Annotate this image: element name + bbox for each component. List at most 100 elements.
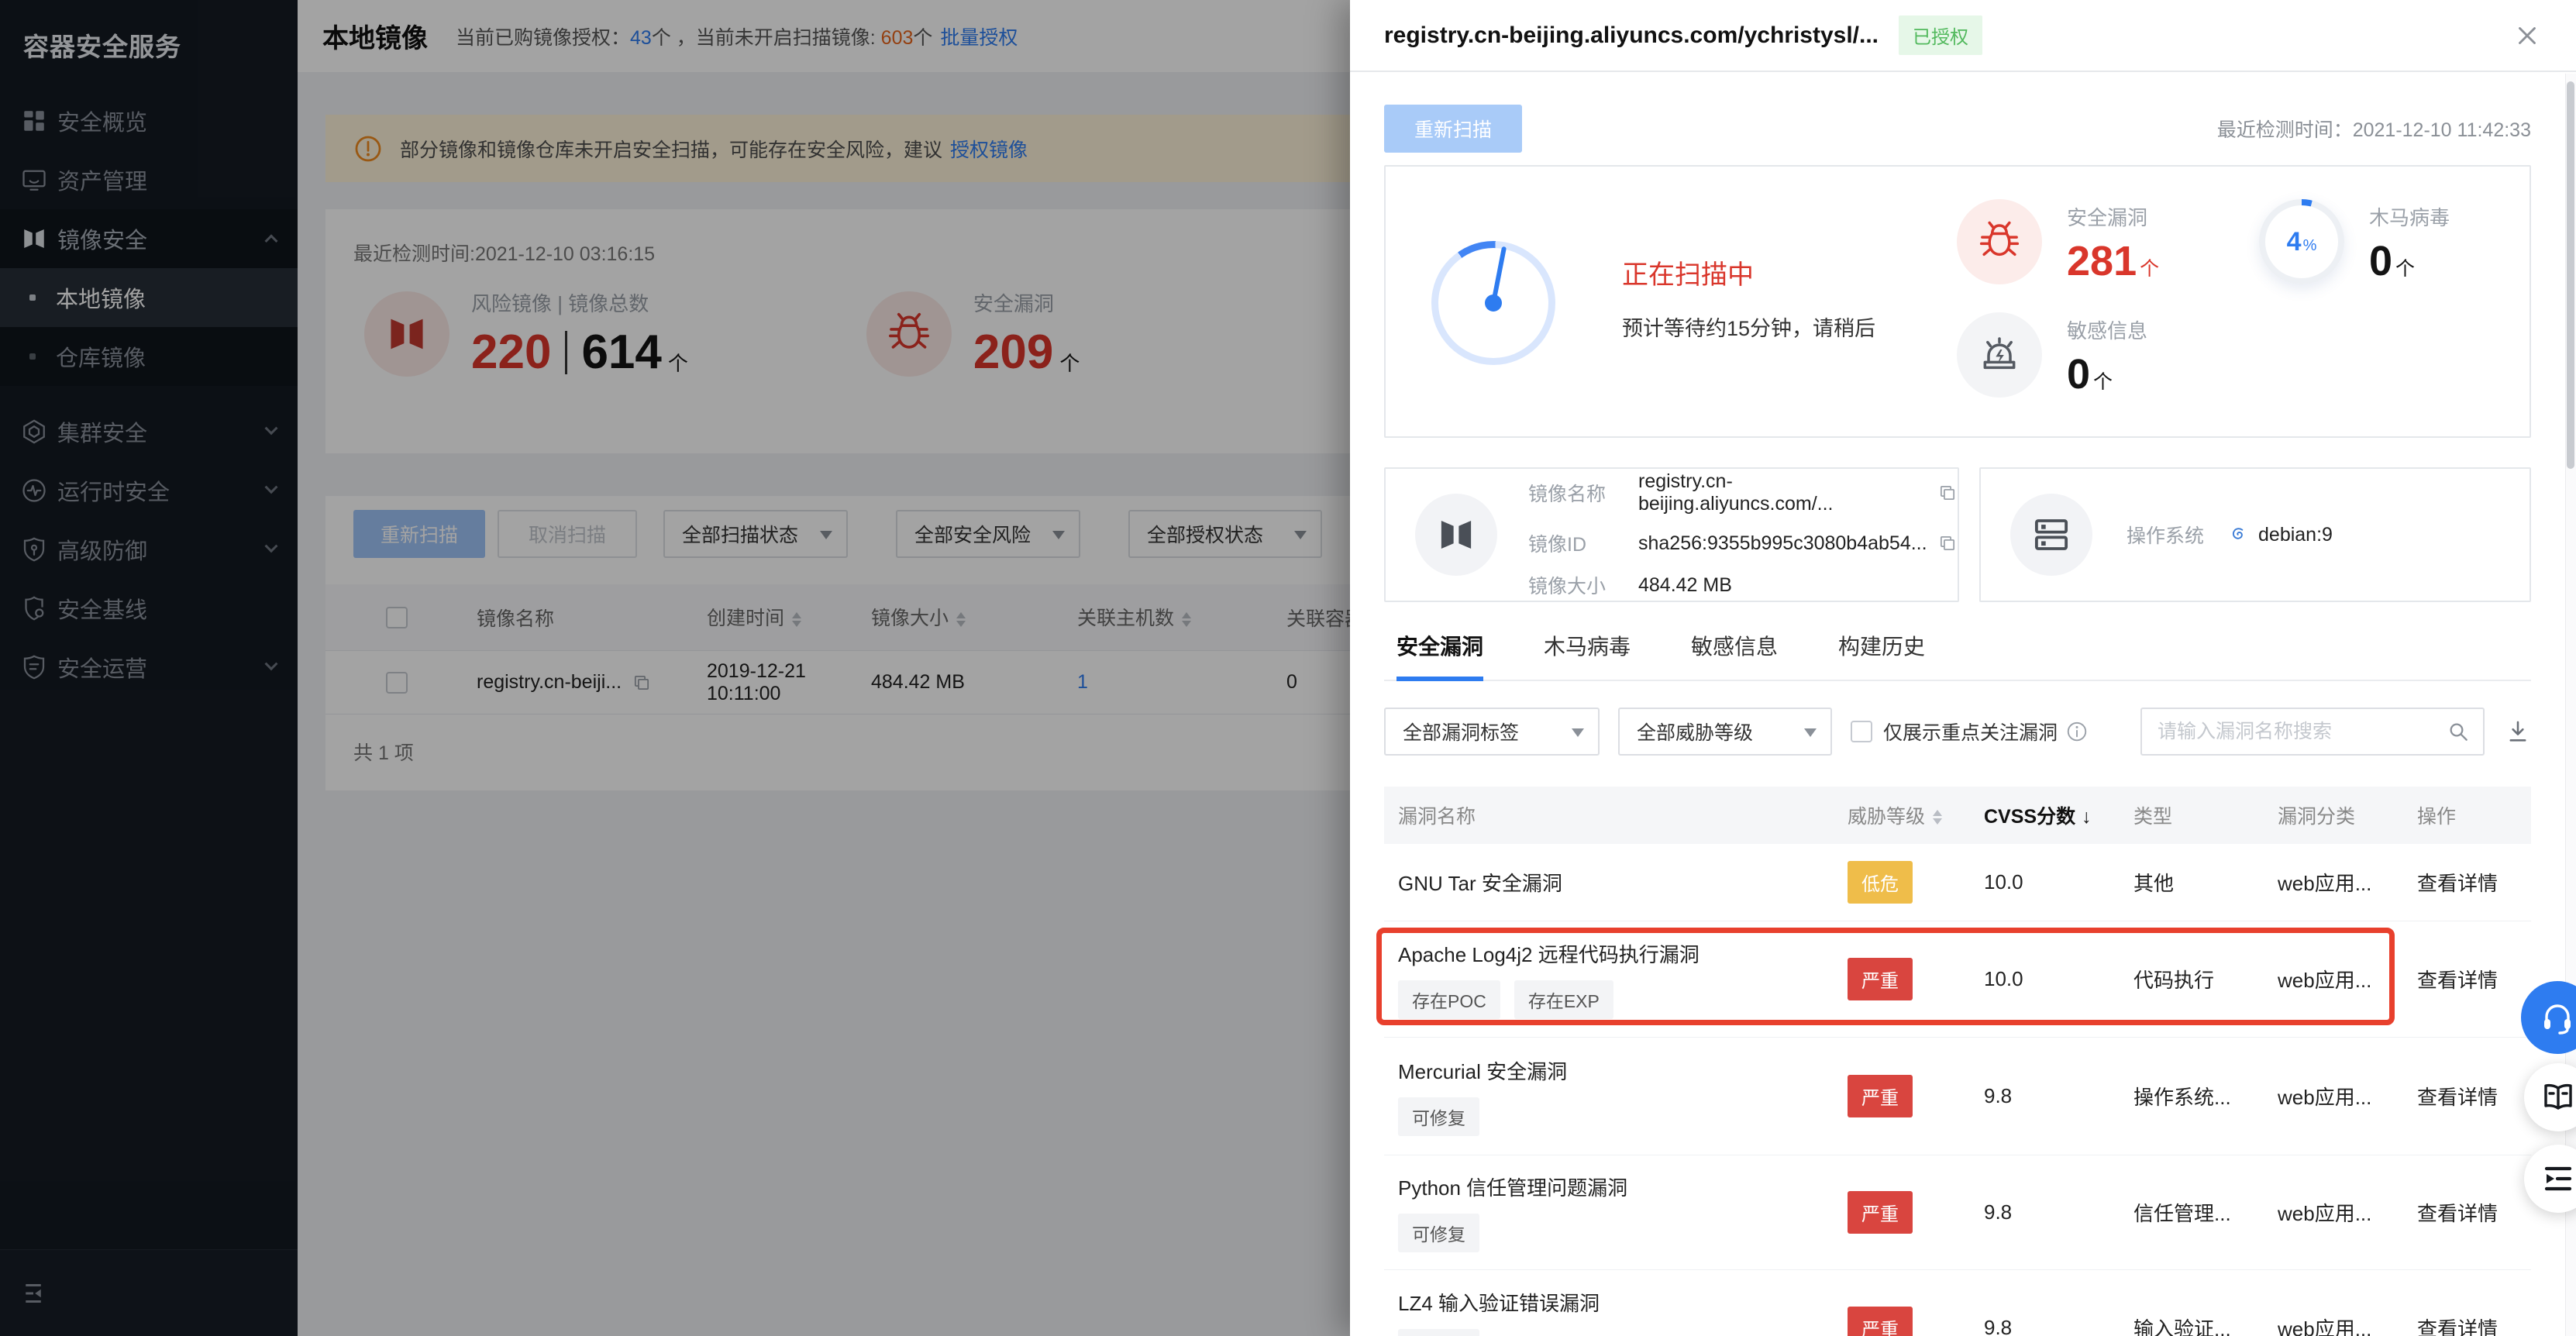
metric-value: 0 <box>2369 238 2392 284</box>
vuln-type: 操作系统... <box>2133 1082 2278 1110</box>
column-header-vuln-name: 漏洞名称 <box>1384 801 1848 829</box>
column-header-category: 漏洞分类 <box>2278 801 2417 829</box>
image-detail-panel: registry.cn-beijing.aliyuncs.com/ychrist… <box>1350 0 2576 1336</box>
vuln-name: Python 信任管理问题漏洞 <box>1398 1172 1848 1201</box>
metric-vulnerabilities: 安全漏洞 281个 <box>1957 199 2159 285</box>
vuln-category: web应用... <box>2278 1082 2417 1110</box>
vuln-tag-exp: 存在EXP <box>1514 980 1613 1019</box>
book-icon <box>2540 1079 2576 1116</box>
view-details-link[interactable]: 查看详情 <box>2417 969 2498 992</box>
panel-scrollbar-thumb[interactable] <box>2567 81 2574 469</box>
view-details-link[interactable]: 查看详情 <box>2417 872 2498 895</box>
search-icon[interactable] <box>2446 719 2471 744</box>
vuln-type: 输入验证... <box>2133 1314 2278 1336</box>
cvss-score: 10.0 <box>1984 870 2133 894</box>
metric-label: 木马病毒 <box>2369 202 2450 231</box>
severity-badge: 严重 <box>1848 1307 1913 1336</box>
alarm-icon-wrap <box>1957 312 2042 398</box>
severity-badge: 严重 <box>1848 1191 1913 1234</box>
panel-rescan-button[interactable]: 重新扫描 <box>1384 105 1522 153</box>
vuln-search-box <box>2140 708 2485 756</box>
view-details-link[interactable]: 查看详情 <box>2417 1202 2498 1225</box>
image-info-row: 镜像名称registry.cn-beijing.aliyuncs.com/...… <box>1384 467 2531 602</box>
panel-last-scan: 最近检测时间：2021-12-10 11:42:33 <box>2217 115 2531 143</box>
sort-icon <box>1933 805 1942 829</box>
vuln-row[interactable]: GNU Tar 安全漏洞 低危 10.0 其他 web应用... 查看详情 <box>1384 844 2531 921</box>
feedback-icon <box>2540 1160 2576 1197</box>
scan-status-text: 正在扫描中 <box>1622 253 1875 291</box>
copy-icon[interactable] <box>1937 532 1958 554</box>
vuln-name: GNU Tar 安全漏洞 <box>1398 868 1848 897</box>
metric-value: 0 <box>2067 351 2090 398</box>
panel-body: 重新扫描 最近检测时间：2021-12-10 11:42:33 正在扫描中 预计… <box>1350 74 2565 1336</box>
vuln-row[interactable]: Mercurial 安全漏洞 可修复 严重 9.8 操作系统... web应用.… <box>1384 1038 2531 1155</box>
info-icon[interactable] <box>2065 720 2089 743</box>
view-details-link[interactable]: 查看详情 <box>2417 1086 2498 1109</box>
vuln-row[interactable]: LZ4 输入验证错误漏洞 可修复 严重 9.8 输入验证... web应用...… <box>1384 1270 2531 1336</box>
metric-unit: 个 <box>2395 258 2415 280</box>
panel-tabs: 安全漏洞 木马病毒 敏感信息 构建历史 <box>1384 630 2531 681</box>
column-header-threat-level[interactable]: 威胁等级 <box>1848 801 1984 830</box>
close-icon[interactable] <box>2512 21 2542 50</box>
vuln-row-highlighted[interactable]: Apache Log4j2 远程代码执行漏洞 存在POC 存在EXP 严重 10… <box>1384 921 2531 1038</box>
field-label: 镜像名称 <box>1528 479 1638 507</box>
vuln-tag-fixable: 可修复 <box>1398 1097 1479 1136</box>
tab-build-history[interactable]: 构建历史 <box>1838 630 1925 680</box>
vuln-tag-fixable: 可修复 <box>1398 1214 1479 1252</box>
vuln-category: web应用... <box>2278 1198 2417 1227</box>
caret-down-icon <box>1804 728 1817 743</box>
download-icon[interactable] <box>2505 718 2531 745</box>
vuln-category: web应用... <box>2278 965 2417 993</box>
scan-progress-percent: 4 <box>2287 227 2302 257</box>
column-header-type: 类型 <box>2133 801 2278 829</box>
view-details-link[interactable]: 查看详情 <box>2417 1317 2498 1336</box>
focus-only-checkbox[interactable] <box>1851 721 1872 742</box>
checkbox-label: 仅展示重点关注漏洞 <box>1883 718 2058 745</box>
copy-icon[interactable] <box>1937 482 1958 504</box>
vuln-filters: 全部漏洞标签 全部威胁等级 仅展示重点关注漏洞 <box>1384 708 2531 756</box>
headset-icon <box>2539 999 2576 1036</box>
metric-trojans: 4% 木马病毒 0个 <box>2259 199 2450 285</box>
server-icon <box>2030 514 2072 556</box>
tab-vulnerabilities[interactable]: 安全漏洞 <box>1396 630 1483 680</box>
metric-value: 281 <box>2067 238 2137 284</box>
vuln-type: 其他 <box>2133 868 2278 897</box>
metric-unit: 个 <box>2093 371 2113 393</box>
vuln-tag-poc: 存在POC <box>1398 980 1500 1019</box>
severity-badge: 严重 <box>1848 1075 1913 1117</box>
cvss-score: 9.8 <box>1984 1316 2133 1336</box>
tab-trojans[interactable]: 木马病毒 <box>1544 630 1631 680</box>
image-registry-icon-wrap <box>1415 494 1497 576</box>
panel-header: registry.cn-beijing.aliyuncs.com/ychrist… <box>1350 0 2576 72</box>
image-info-box: 镜像名称registry.cn-beijing.aliyuncs.com/...… <box>1384 467 1959 602</box>
cvss-score: 10.0 <box>1984 967 2133 991</box>
column-header-action: 操作 <box>2417 801 2531 829</box>
vuln-type: 代码执行 <box>2133 965 2278 993</box>
vuln-table-header: 漏洞名称 威胁等级 CVSS分数↓ 类型 漏洞分类 操作 <box>1384 787 2531 844</box>
severity-badge: 低危 <box>1848 861 1913 904</box>
tab-sensitive-info[interactable]: 敏感信息 <box>1691 630 1778 680</box>
vuln-tag-fixable: 可修复 <box>1398 1329 1479 1336</box>
image-size-value: 484.42 MB <box>1638 574 1732 597</box>
scan-progress-gauge <box>1431 241 1555 365</box>
field-label: 镜像ID <box>1528 529 1638 557</box>
trojan-progress-ring: 4% <box>2259 199 2344 284</box>
threat-level-filter[interactable]: 全部威胁等级 <box>1618 708 1832 756</box>
vuln-tag-filter[interactable]: 全部漏洞标签 <box>1384 708 1600 756</box>
scan-hint-text: 预计等待约15分钟，请稍后 <box>1622 312 1875 342</box>
vuln-search-input[interactable] <box>2158 721 2446 743</box>
cvss-score: 9.8 <box>1984 1084 2133 1108</box>
os-info-box: 操作系统 debian:9 <box>1979 467 2531 602</box>
debian-icon <box>2227 523 2251 546</box>
os-icon-wrap <box>2010 494 2092 576</box>
vuln-table-rows: GNU Tar 安全漏洞 低危 10.0 其他 web应用... 查看详情 Ap… <box>1384 844 2531 1336</box>
image-name-value: registry.cn-beijing.aliyuncs.com/... <box>1638 470 1927 515</box>
column-header-cvss[interactable]: CVSS分数↓ <box>1984 801 2133 829</box>
vuln-row[interactable]: Python 信任管理问题漏洞 可修复 严重 9.8 信任管理... web应用… <box>1384 1155 2531 1270</box>
field-label: 镜像大小 <box>1528 571 1638 599</box>
bug-icon <box>1978 220 2021 263</box>
vuln-category: web应用... <box>2278 868 2417 897</box>
vuln-name: Apache Log4j2 远程代码执行漏洞 <box>1398 939 1848 968</box>
percent-sign: % <box>2303 237 2317 255</box>
severity-badge: 严重 <box>1848 958 1913 1000</box>
